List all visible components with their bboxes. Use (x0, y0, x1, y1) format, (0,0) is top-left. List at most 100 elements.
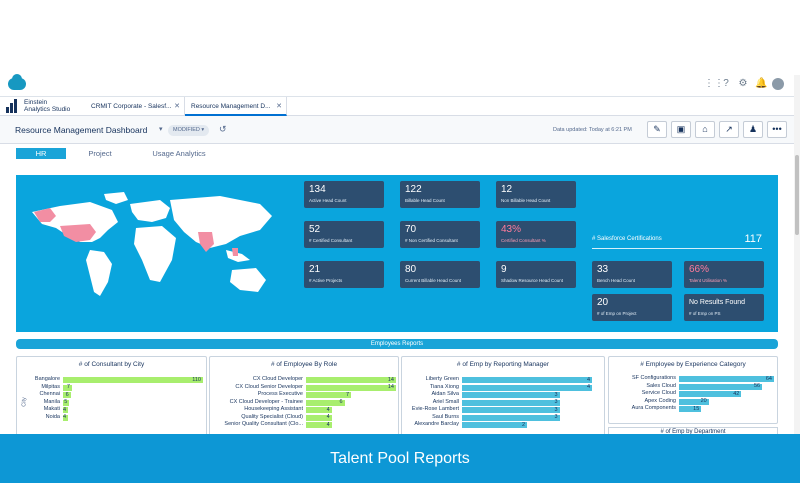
app-brand[interactable]: Einstein Analytics Studio (6, 99, 70, 113)
bar[interactable]: 3 (462, 414, 560, 421)
bar-row[interactable]: CX Cloud Developer - Trainee 6 (230, 399, 396, 406)
bar-row[interactable]: Service Cloud 42 (642, 390, 774, 397)
workspace-tab-crmit[interactable]: CRMIT Corporate - Salesf... ✕ (85, 97, 185, 116)
kpi-bench-head-count[interactable]: 33 Bench Head Count (592, 261, 672, 288)
bar[interactable]: 110 (63, 377, 203, 383)
kpi-emp-on-ps[interactable]: No Results Found # of Emp on PS (684, 294, 764, 321)
kpi-emp-on-project[interactable]: 20 # of Emp on Project (592, 294, 672, 321)
bar-row[interactable]: Ariel Small 3 (433, 399, 592, 406)
bar[interactable]: 4 (306, 414, 332, 421)
kpi-billable-head-count[interactable]: 122 Billable Head Count (400, 181, 480, 208)
undo-icon[interactable]: ↺ (219, 124, 227, 135)
bar[interactable]: 3 (462, 407, 560, 413)
bar-row[interactable]: Sales Cloud 56 (646, 383, 774, 390)
bar-row[interactable]: CX Cloud Senior Developer 14 (235, 384, 396, 391)
bar-row[interactable]: Noida 4 (46, 414, 203, 421)
chevron-down-icon[interactable]: ▾ (159, 125, 163, 133)
bar-row[interactable]: Saul Burns 3 (432, 414, 592, 421)
kpi-certified-consultant[interactable]: 52 # Certified Consultant (304, 221, 384, 248)
kpi-active-projects[interactable]: 21 # Active Projects (304, 261, 384, 288)
bar[interactable]: 56 (679, 383, 763, 390)
app-launcher-icon[interactable]: ⋮⋮ (704, 79, 724, 89)
bar-row[interactable]: Evie-Rose Lambert 3 (412, 406, 592, 413)
bar-row[interactable]: Manila 5 (44, 399, 203, 406)
bar-row[interactable]: Aidan Silva 3 (431, 391, 592, 398)
bar-value-label: 3 (554, 399, 558, 405)
chart-employee-by-experience[interactable]: # Employee by Experience Category SF Con… (608, 356, 778, 424)
gear-icon[interactable]: ⚙ (738, 79, 748, 89)
workspace-tab-resource-management[interactable]: Resource Management D... ✕ (185, 97, 287, 116)
clip-button[interactable]: ⌂ (695, 121, 715, 138)
bar-row[interactable]: Liberty Green 4 (426, 376, 592, 383)
bar-category-label: Noida (45, 413, 60, 420)
bar-row[interactable]: Bangalore 110 (35, 376, 203, 383)
subscribe-button[interactable]: ♟ (743, 121, 763, 138)
bar[interactable]: 4 (462, 377, 592, 383)
bar-value-label: 64 (765, 375, 772, 382)
bar-row[interactable]: Makati 4 (44, 406, 203, 413)
bar-row[interactable]: Housekeeping Assistant 4 (244, 406, 396, 413)
kpi-certified-consultant-pct[interactable]: 43% Certified Consultant % (496, 221, 576, 248)
bar[interactable]: 6 (63, 392, 71, 398)
tab-project[interactable]: Project (80, 148, 120, 159)
bar[interactable]: 2 (462, 422, 527, 428)
bar[interactable]: 7 (63, 384, 72, 391)
scrollbar-thumb[interactable] (795, 155, 799, 235)
brand-line-1: Einstein (24, 99, 48, 106)
bar[interactable]: 3 (462, 399, 560, 406)
bar-row[interactable]: Chennai 6 (40, 391, 203, 398)
bar[interactable]: 64 (679, 376, 774, 382)
bar[interactable]: 4 (63, 407, 69, 413)
avatar[interactable] (772, 78, 784, 90)
close-icon[interactable]: ✕ (276, 97, 282, 116)
salesforce-certifications[interactable]: # Salesforce Certifications 117 (592, 233, 762, 249)
bar[interactable]: 4 (63, 414, 69, 421)
bar[interactable]: 4 (306, 407, 332, 413)
help-icon[interactable]: ? (721, 79, 731, 89)
bar[interactable]: 4 (462, 384, 592, 391)
bar[interactable]: 20 (679, 398, 709, 405)
close-icon[interactable]: ✕ (174, 97, 180, 116)
bar-row[interactable]: Aura Components 15 (632, 405, 774, 412)
salesforce-logo-icon[interactable] (8, 74, 26, 90)
bar[interactable]: 42 (679, 391, 742, 397)
bar-row[interactable]: Tiana Xiong 4 (430, 384, 592, 391)
kpi-non-billable-head-count[interactable]: 12 Non Billable Head Count (496, 181, 576, 208)
bar[interactable]: 7 (306, 392, 351, 398)
bar[interactable]: 14 (306, 377, 396, 383)
bar-row[interactable]: Milpitas 7 (41, 384, 203, 391)
chart-consultant-by-city[interactable]: # of Consultant by City City Bangalore 11… (16, 356, 207, 436)
bar-row[interactable]: Quality Specialist (Cloud) 4 (241, 414, 396, 421)
tab-hr[interactable]: HR (16, 148, 66, 159)
bar[interactable]: 14 (306, 384, 396, 391)
caption-banner: Talent Pool Reports (0, 434, 800, 483)
more-actions-button[interactable]: ••• (767, 121, 787, 138)
edit-button[interactable]: ✎ (647, 121, 667, 138)
kpi-talent-utilisation[interactable]: 66% Talent Utilisation % (684, 261, 764, 288)
tab-usage-analytics[interactable]: Usage Analytics (145, 148, 213, 159)
bar-row[interactable]: Senior Quality Consultant (Clo... 4 (224, 421, 396, 428)
kpi-shadow-resource-head-count[interactable]: 9 Shadow Resource Head Count (496, 261, 576, 288)
bar-row[interactable]: Process Executive 7 (258, 391, 396, 398)
share-button[interactable]: ↗ (719, 121, 739, 138)
bar[interactable]: 4 (306, 422, 332, 428)
chart-emp-by-reporting-manager[interactable]: # of Emp by Reporting Manager Liberty Gr… (401, 356, 605, 436)
save-button[interactable]: ▣ (671, 121, 691, 138)
scrollbar[interactable] (794, 75, 800, 434)
kpi-non-certified-consultant[interactable]: 70 # Non Certified Consultant (400, 221, 480, 248)
bar[interactable]: 5 (63, 399, 70, 406)
status-badge[interactable]: MODIFIED ▾ (168, 125, 210, 136)
chart-employee-by-role[interactable]: # of Employee By Role CX Cloud Developer… (209, 356, 399, 436)
bell-icon[interactable]: 🔔 (755, 79, 767, 89)
bar-row[interactable]: Apex Coding 20 (645, 398, 774, 405)
kpi-active-head-count[interactable]: 134 Active Head Count (304, 181, 384, 208)
bar-row[interactable]: SF Configurations 64 (632, 375, 774, 382)
bar-row[interactable]: CX Cloud Developer 14 (253, 376, 396, 383)
world-map[interactable] (20, 190, 290, 310)
bar-row[interactable]: Alexandre Barclay 2 (414, 421, 592, 428)
clip-icon: ⌂ (702, 124, 708, 134)
bar[interactable]: 3 (462, 392, 560, 398)
bar[interactable]: 15 (679, 406, 702, 412)
bar[interactable]: 6 (306, 399, 345, 406)
kpi-current-billable-head-count[interactable]: 80 Current Billable Head Count (400, 261, 480, 288)
